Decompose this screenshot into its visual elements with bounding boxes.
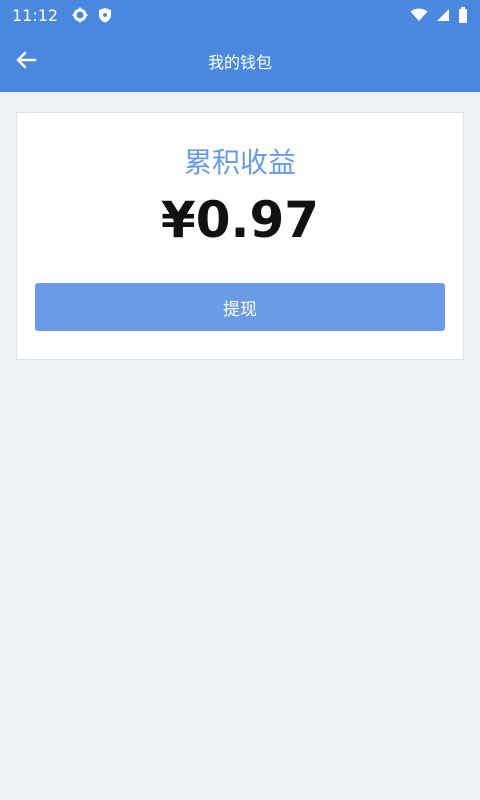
status-bar: 11:12 xyxy=(0,0,480,30)
page-title: 我的钱包 xyxy=(207,53,272,72)
battery-icon xyxy=(458,7,468,23)
shield-icon xyxy=(98,7,112,23)
back-button[interactable] xyxy=(10,44,42,76)
withdraw-button[interactable]: 提现 xyxy=(35,283,445,331)
wifi-icon xyxy=(410,8,428,22)
wallet-card: 累积收益 ¥0.97 提现 xyxy=(16,112,464,360)
earnings-label: 累积收益 xyxy=(183,146,296,179)
withdraw-button-label: 提现 xyxy=(223,299,257,320)
gear-icon xyxy=(72,7,88,23)
arrow-left-icon xyxy=(15,49,37,71)
status-time: 11:12 xyxy=(12,5,59,25)
signal-icon xyxy=(436,8,450,22)
earnings-amount: ¥0.97 xyxy=(160,191,320,249)
app-bar: 我的钱包 xyxy=(0,30,480,92)
